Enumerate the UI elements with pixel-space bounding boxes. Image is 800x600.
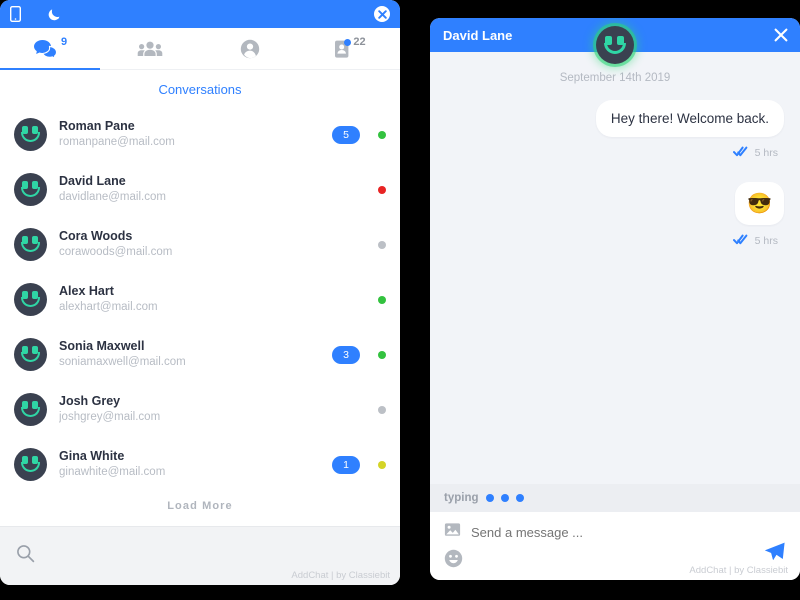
conversation-row[interactable]: Sonia Maxwell soniamaxwell@mail.com 3 [0,327,400,382]
tab-chats-count: 9 [60,36,68,48]
status-dot [378,185,386,194]
avatar [14,228,47,261]
tab-contacts-count: 22 [353,36,366,48]
message-input[interactable] [471,524,786,540]
avatar [14,173,47,206]
status-dot [378,405,386,414]
tab-contacts[interactable]: 22 [300,28,400,69]
conversation-row[interactable]: David Lane davidlane@mail.com [0,162,400,217]
tab-chats[interactable]: 9 [0,28,100,70]
chat-window: David Lane September 14th 2019 Hey there… [430,18,800,580]
typing-dot [500,494,509,502]
read-receipt-icon [732,144,748,162]
conversation-row[interactable]: Cora Woods corawoods@mail.com [0,217,400,272]
status-dot [378,460,386,469]
unread-badge [332,181,360,199]
unread-badge [332,291,360,309]
contact-email: joshgrey@mail.com [59,411,161,424]
conversations-panel: 9 22 Conversations Roman Pane romanpane@… [0,0,400,585]
message-meta: 5 hrs [732,232,778,250]
contact-email: romanpane@mail.com [59,136,175,149]
conversation-row[interactable]: Gina White ginawhite@mail.com 1 [0,437,400,490]
close-icon[interactable] [774,28,788,42]
tab-person[interactable] [200,28,300,69]
read-receipt-icon [732,232,748,250]
message-meta: 5 hrs [732,144,778,162]
unread-badge [332,236,360,254]
conversation-row[interactable]: Roman Pane romanpane@mail.com 5 [0,107,400,162]
contact-name: Gina White [59,449,125,464]
contact-email: alexhart@mail.com [59,301,158,314]
load-more-button[interactable]: Load More [0,490,400,526]
conversation-row[interactable]: Josh Grey joshgrey@mail.com [0,382,400,437]
contact-email: corawoods@mail.com [59,246,173,259]
page-title: Conversations [158,82,242,97]
chats-icon [33,39,58,58]
contact-name: Cora Woods [59,229,133,244]
contact-email: soniamaxwell@mail.com [59,356,186,369]
unread-badge: 1 [332,455,360,474]
contacts-icon [334,38,352,59]
avatar [14,338,47,371]
contact-name: Roman Pane [59,119,135,134]
status-dot [378,130,386,139]
avatar [14,283,47,316]
unread-badge [332,401,360,419]
contact-name: Josh Grey [59,394,121,409]
close-icon[interactable] [374,6,390,22]
tab-bar: 9 22 [0,28,400,70]
message-time: 5 hrs [754,147,778,159]
contact-name: David Lane [59,174,126,189]
smiley-avatar [596,26,634,64]
status-dot [378,240,386,249]
mobile-icon[interactable] [10,6,21,22]
message-time: 5 hrs [754,235,778,247]
contact-name: Alex Hart [59,284,114,299]
groups-icon [137,40,163,58]
conversation-list: Roman Pane romanpane@mail.com 5 David Lane d… [0,107,400,490]
message: Hey there! Welcome back. 5 hrs [595,100,784,182]
status-dot [378,295,386,304]
chat-header: David Lane [430,18,800,64]
contacts-notification-dot [344,38,352,46]
chat-contact-name: David Lane [443,27,513,43]
chat-date: September 14th 2019 [559,72,671,84]
avatar [14,448,47,481]
search-bar[interactable]: AddChat | by Classiebit [0,526,400,585]
contact-email: davidlane@mail.com [59,191,166,204]
message: 😎 5 hrs [732,182,784,270]
conversation-row[interactable]: Alex Hart alexhart@mail.com [0,272,400,327]
avatar [14,118,47,151]
send-icon[interactable] [763,541,786,564]
left-panel-credit: AddChat | by Classiebit [291,570,390,581]
unread-badge: 3 [332,345,360,364]
compose-area: AddChat | by Classiebit [430,512,800,580]
emoji-icon[interactable] [444,549,463,573]
search-icon[interactable] [16,544,35,568]
message-bubble: Hey there! Welcome back. [595,100,784,137]
typing-dot [515,494,524,502]
chat-credit: AddChat | by Classiebit [689,565,788,576]
tab-groups[interactable] [100,28,200,69]
contact-name: Sonia Maxwell [59,339,145,354]
avatar [14,393,47,426]
image-icon[interactable] [444,522,461,542]
message-list: Hey there! Welcome back. 5 hrs 😎 5 hrs [446,100,784,270]
contact-email: ginawhite@mail.com [59,466,166,479]
person-icon [240,39,260,59]
left-panel-topbar [0,0,400,28]
moon-icon[interactable] [47,7,62,22]
typing-label: typing [444,492,479,504]
status-dot [378,350,386,359]
typing-dot [485,494,494,502]
message-bubble: 😎 [735,182,784,225]
unread-badge: 5 [332,125,360,144]
typing-indicator: typing [430,484,800,512]
app-stage: 9 22 Conversations Roman Pane romanpane@… [0,0,800,600]
message-area: September 14th 2019 Hey there! Welcome b… [430,52,800,484]
